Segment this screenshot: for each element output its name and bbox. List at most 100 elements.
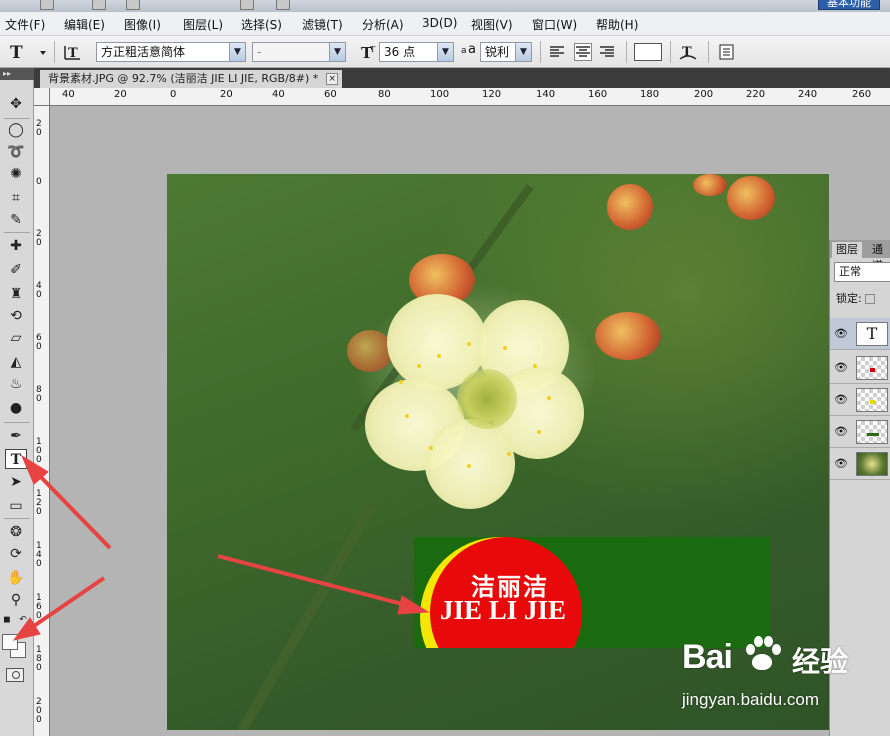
dodge-tool-icon[interactable]: ● (5, 398, 27, 418)
stamen (537, 430, 541, 434)
ruler-label: 0 (36, 177, 42, 187)
3d-rotate-tool-icon[interactable]: ❂ (5, 522, 27, 542)
eyedropper-tool-icon[interactable]: ✎ (5, 210, 27, 230)
menu-view[interactable]: 视图(V) (471, 16, 513, 33)
toggle-orientation-button[interactable]: T (62, 42, 86, 62)
menu-filter[interactable]: 滤镜(T) (302, 16, 343, 33)
antialias-icon: a a (461, 42, 479, 60)
layer-row[interactable]: 👁 (830, 448, 890, 480)
default-colors-icon[interactable]: ◼ (0, 614, 14, 626)
history-brush-tool-icon[interactable]: ⟲ (5, 306, 27, 326)
menu-file[interactable]: 文件(F) (5, 16, 45, 33)
ruler-label: 80 (36, 385, 42, 404)
antialias-value: 锐利 (485, 45, 510, 59)
marquee-tool-icon[interactable]: ◯ (5, 120, 27, 140)
crop-tool-icon[interactable]: ⌗ (5, 188, 27, 208)
options-bar: T T 方正粗活意简体 ▼ - ▼ TT 36 点 ▼ a a 锐利 ▼ T (0, 36, 890, 68)
font-style-select[interactable]: - ▼ (252, 42, 346, 62)
layer-row[interactable]: 👁 (830, 416, 890, 448)
stamen (507, 452, 511, 456)
align-right-icon (600, 46, 614, 57)
eye-icon[interactable]: 👁 (834, 328, 848, 340)
view-extras-icon[interactable] (126, 0, 140, 10)
separator (54, 41, 55, 63)
brush-tool-icon[interactable]: ✐ (5, 260, 27, 280)
screen-mode-icon[interactable] (276, 0, 290, 10)
eye-icon[interactable]: 👁 (834, 362, 848, 374)
document-tab-title: 背景素材.JPG @ 92.7% (洁丽洁 JIE LI JIE, RGB/8#… (48, 72, 319, 85)
align-center-button[interactable] (574, 43, 592, 61)
menu-window[interactable]: 窗口(W) (532, 16, 577, 33)
align-right-button[interactable] (598, 43, 616, 61)
tab-channels[interactable]: 通道 (868, 242, 890, 272)
tab-layers[interactable]: 图层 (832, 242, 862, 258)
eye-icon[interactable]: 👁 (834, 426, 848, 438)
type-tool-icon[interactable]: T (5, 449, 27, 469)
ruler-label: 200 (694, 89, 714, 100)
ruler-label: 40 (62, 89, 75, 100)
3d-orbit-tool-icon[interactable]: ⟳ (5, 544, 27, 564)
quick-selection-tool-icon[interactable]: ✺ (5, 164, 27, 184)
swap-colors-icon[interactable]: ↶ (16, 614, 30, 626)
menu-help[interactable]: 帮助(H) (596, 16, 638, 33)
stamen (405, 414, 409, 418)
healing-brush-tool-icon[interactable]: ✚ (5, 236, 27, 256)
hand-tool-icon[interactable]: ✋ (5, 568, 27, 588)
zoom-tool-icon[interactable]: ⚲ (5, 590, 27, 610)
layer-row[interactable]: 👁 T (830, 318, 890, 350)
paw-icon-toe (754, 636, 763, 647)
arrange-documents-icon[interactable] (240, 0, 254, 10)
ruler-origin[interactable] (34, 88, 50, 106)
stamen (417, 364, 421, 368)
toolbox-collapse-icon[interactable]: ▸▸ (0, 68, 34, 80)
lock-transparency-icon[interactable] (864, 294, 875, 304)
antialias-icon-label-large: a (468, 42, 476, 57)
logo-banner[interactable]: 洁丽洁 JIE LI JIE (414, 537, 770, 648)
ruler-label: 0 (170, 89, 177, 100)
foreground-color-swatch[interactable] (2, 634, 18, 650)
layer-row[interactable]: 👁 (830, 352, 890, 384)
tool-preset-picker[interactable]: T (8, 42, 48, 63)
clone-stamp-tool-icon[interactable]: ♜ (5, 284, 27, 304)
antialias-select[interactable]: 锐利 ▼ (480, 42, 532, 62)
flower-bud (727, 176, 775, 220)
ruler-label: 220 (746, 89, 766, 100)
character-panel-button[interactable] (718, 43, 736, 61)
font-size-select[interactable]: 36 点 ▼ (379, 42, 454, 62)
layer-row[interactable]: 👁 (830, 384, 890, 416)
menu-3d[interactable]: 3D(D) (422, 16, 457, 30)
bridge-icon[interactable] (92, 0, 106, 10)
blur-tool-icon[interactable]: ♨ (5, 374, 27, 394)
layer-thumbnail (856, 356, 888, 380)
paint-bucket-tool-icon[interactable]: ◭ (5, 352, 27, 372)
shape-tool-icon[interactable]: ▭ (5, 496, 27, 516)
move-tool-icon[interactable]: ✥ (5, 94, 27, 114)
lasso-tool-icon[interactable]: ➰ (5, 142, 27, 162)
workspace-button[interactable]: 基本功能 (818, 0, 880, 10)
flower-center (457, 369, 517, 429)
eye-icon[interactable]: 👁 (834, 394, 848, 406)
separator (4, 518, 30, 519)
document-tab[interactable]: 背景素材.JPG @ 92.7% (洁丽洁 JIE LI JIE, RGB/8#… (40, 70, 343, 88)
menu-select[interactable]: 选择(S) (241, 16, 282, 33)
menu-layer[interactable]: 图层(L) (183, 16, 223, 33)
logo-text-english[interactable]: JIE LI JIE (428, 595, 578, 626)
blend-mode-select[interactable]: 正常 (834, 262, 890, 282)
pen-tool-icon[interactable]: ✒ (5, 426, 27, 446)
align-left-button[interactable] (548, 43, 566, 61)
quick-mask-icon[interactable] (6, 668, 24, 682)
font-family-select[interactable]: 方正粗活意简体 ▼ (96, 42, 246, 62)
ruler-vertical[interactable]: 20 0 20 40 60 80 100 120 140 160 180 200 (34, 106, 50, 736)
eye-icon[interactable]: 👁 (834, 458, 848, 470)
warp-text-button[interactable]: T (678, 42, 698, 62)
menu-edit[interactable]: 编辑(E) (64, 16, 105, 33)
ruler-horizontal[interactable]: 40 20 0 20 40 60 80 100 120 140 160 180 … (50, 88, 890, 106)
menu-analysis[interactable]: 分析(A) (362, 16, 404, 33)
stamen (399, 380, 403, 384)
close-icon[interactable]: × (326, 73, 339, 85)
text-color-swatch[interactable] (634, 43, 662, 61)
path-selection-tool-icon[interactable]: ➤ (5, 472, 27, 492)
menu-image[interactable]: 图像(I) (124, 16, 161, 33)
eraser-tool-icon[interactable]: ▱ (5, 328, 27, 348)
font-style-value: - (257, 45, 262, 59)
